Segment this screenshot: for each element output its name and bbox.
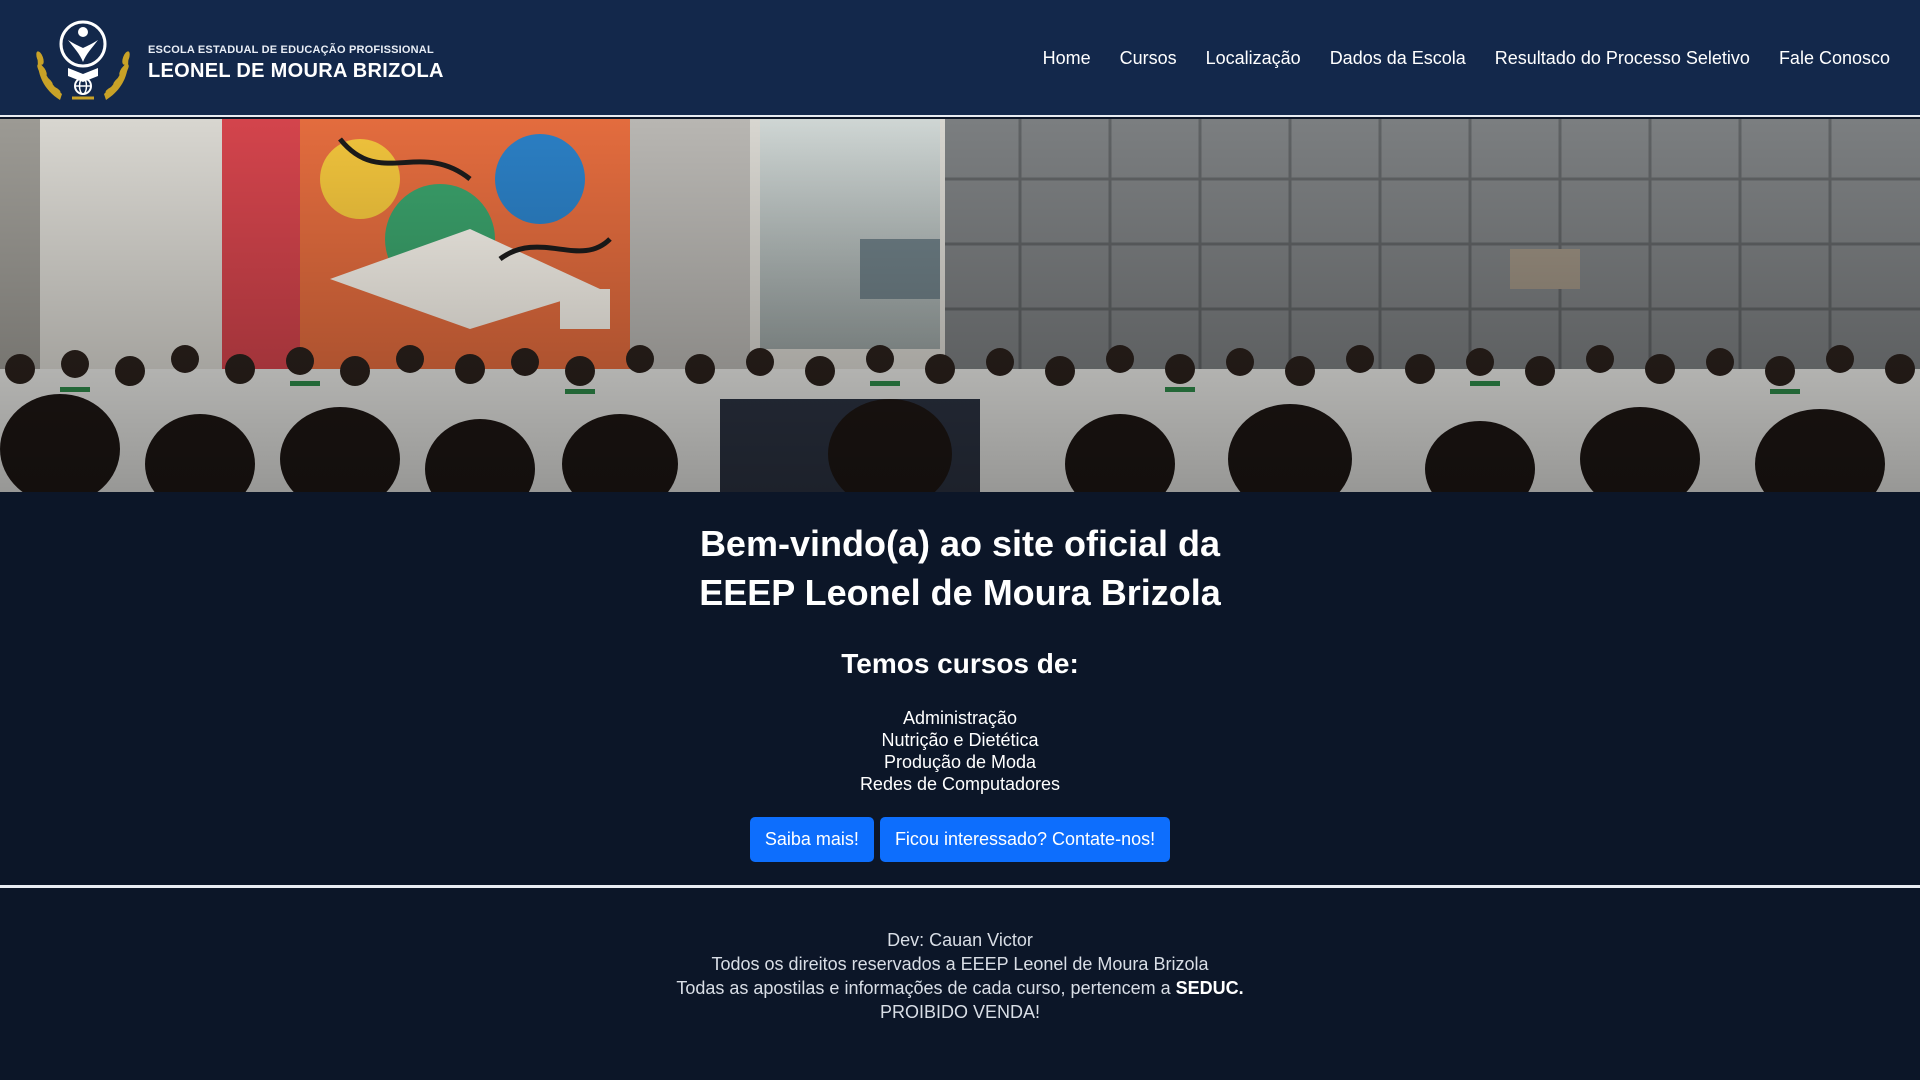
nav-link-localizacao[interactable]: Localização	[1206, 48, 1301, 69]
title-line-1: Bem-vindo(a) ao site oficial da	[699, 523, 1221, 564]
footer: Dev: Cauan Victor Todos os direitos rese…	[0, 885, 1920, 1080]
navbar: ESCOLA ESTADUAL DE EDUCAÇÃO PROFISSIONAL…	[0, 0, 1920, 117]
brand-text: ESCOLA ESTADUAL DE EDUCAÇÃO PROFISSIONAL…	[148, 44, 444, 82]
footer-rights: Todos os direitos reservados a EEEP Leon…	[711, 954, 1209, 974]
hero-banner	[0, 119, 1920, 492]
brand-subtitle: ESCOLA ESTADUAL DE EDUCAÇÃO PROFISSIONAL	[148, 44, 434, 56]
page-title: Bem-vindo(a) ao site oficial da EEEP Leo…	[0, 519, 1920, 617]
title-line-2: EEEP Leonel de Moura Brizola	[699, 572, 1221, 613]
brand-name: LEONEL DE MOURA BRIZOLA	[148, 60, 444, 82]
nav-link-resultado[interactable]: Resultado do Processo Seletivo	[1495, 48, 1750, 69]
footer-prohibited: PROIBIDO VENDA!	[879, 1002, 1041, 1022]
welcome-section: Bem-vindo(a) ao site oficial da EEEP Leo…	[0, 492, 1920, 885]
course-item-nutricao: Nutrição e Dietética	[881, 730, 1039, 750]
courses-list: Administração Nutrição e Dietética Produ…	[0, 707, 1920, 795]
course-item-producao-de-moda: Produção de Moda	[883, 752, 1037, 772]
nav-link-home[interactable]: Home	[1043, 48, 1091, 69]
brand[interactable]: ESCOLA ESTADUAL DE EDUCAÇÃO PROFISSIONAL…	[30, 18, 444, 104]
contact-us-button[interactable]: Ficou interessado? Contate-nos!	[879, 817, 1171, 862]
course-item-redes: Redes de Computadores	[859, 774, 1061, 794]
course-item-administracao: Administração	[902, 708, 1018, 728]
students-photo	[0, 119, 1920, 492]
courses-heading: Temos cursos de:	[841, 648, 1079, 679]
main-nav: Home Cursos Localização Dados da Escola …	[1043, 48, 1890, 69]
nav-link-fale-conosco[interactable]: Fale Conosco	[1779, 48, 1890, 69]
footer-text: Dev: Cauan Victor Todos os direitos rese…	[0, 928, 1920, 1024]
school-crest-logo-icon	[36, 20, 130, 100]
footer-materials-text: Todas as apostilas e informações de cada…	[676, 978, 1171, 998]
footer-dev: Dev: Cauan Victor	[887, 930, 1033, 950]
saiba-mais-button[interactable]: Saiba mais!	[749, 817, 874, 862]
cta-buttons: Saiba mais! Ficou interessado? Contate-n…	[0, 817, 1920, 862]
footer-seduc: SEDUC.	[1175, 978, 1244, 998]
footer-materials: Todas as apostilas e informações de cada…	[0, 976, 1920, 1000]
nav-link-dados-da-escola[interactable]: Dados da Escola	[1330, 48, 1466, 69]
nav-link-cursos[interactable]: Cursos	[1120, 48, 1177, 69]
